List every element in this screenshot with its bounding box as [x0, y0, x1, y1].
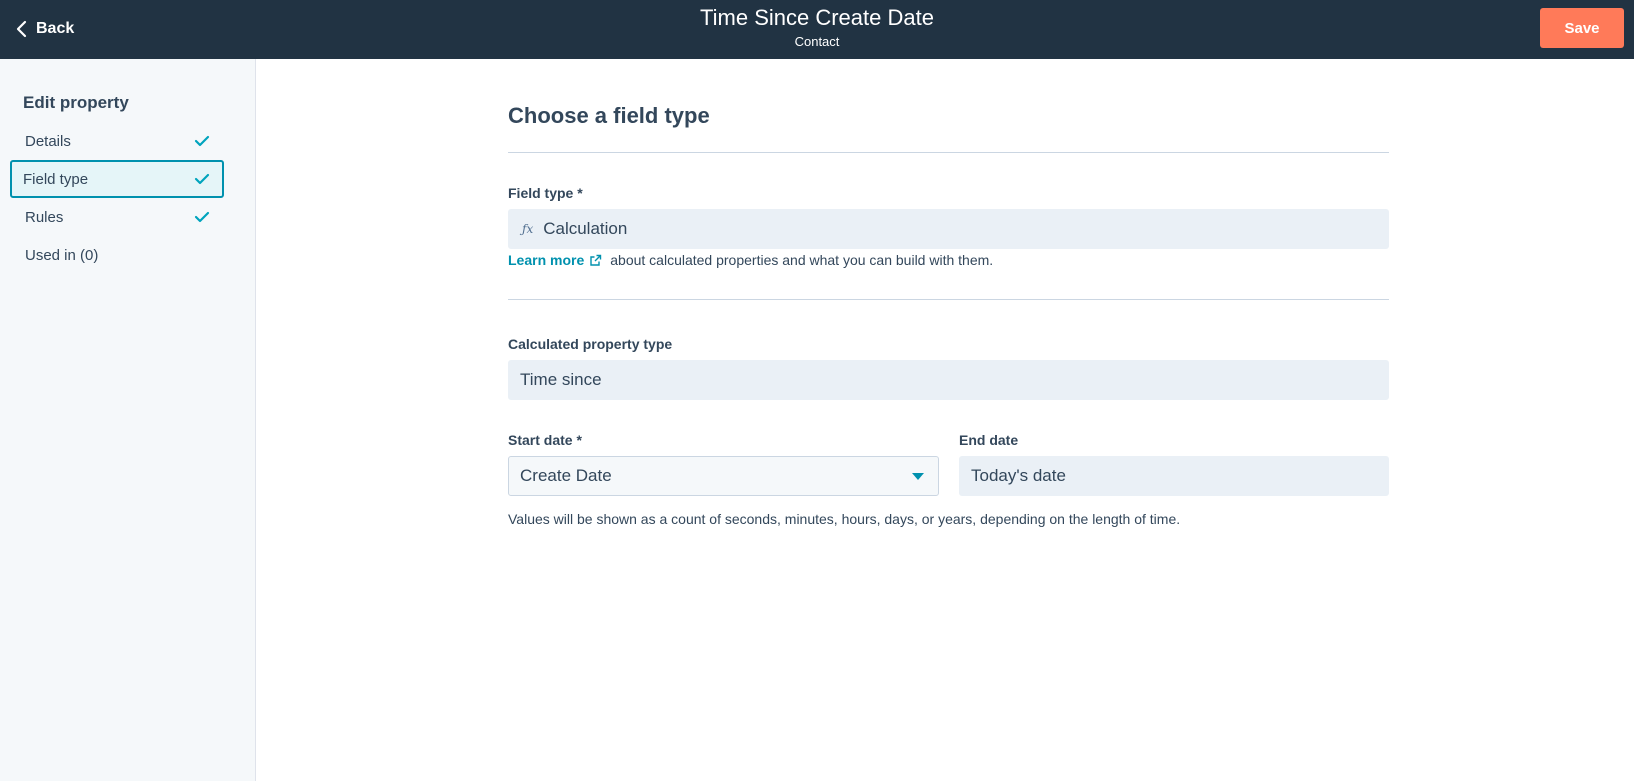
- page-title: Time Since Create Date: [700, 5, 934, 30]
- field-type-value: Calculation: [543, 219, 628, 238]
- start-date-select[interactable]: Create Date: [508, 456, 939, 496]
- checkmark-icon: [194, 211, 210, 223]
- save-button[interactable]: Save: [1540, 8, 1624, 48]
- start-date-label: Start date *: [508, 432, 582, 448]
- sidebar-item-used-in[interactable]: Used in (0): [10, 236, 224, 274]
- checkmark-icon: [194, 173, 210, 185]
- external-link-icon: [590, 254, 602, 266]
- help-description: about calculated properties and what you…: [610, 252, 994, 268]
- start-date-value: Create Date: [520, 466, 612, 485]
- title-block: Time Since Create Date Contact: [0, 4, 1634, 51]
- end-date-field: Today's date: [959, 456, 1389, 496]
- end-date-value: Today's date: [971, 466, 1066, 485]
- divider: [508, 299, 1389, 300]
- sidebar-item-label: Rules: [25, 208, 64, 226]
- help-text: Learn more about calculated properties a…: [508, 252, 993, 268]
- sidebar-item-field-type[interactable]: Field type: [10, 160, 224, 198]
- sidebar: Edit property Details Field type Rules U…: [0, 59, 256, 781]
- field-type-field: ƒx Calculation: [508, 209, 1389, 249]
- end-date-label: End date: [959, 432, 1019, 448]
- divider: [508, 152, 1389, 153]
- field-type-label: Field type *: [508, 185, 583, 201]
- sidebar-item-label: Details: [25, 132, 71, 150]
- page-subtitle: Contact: [794, 34, 840, 49]
- sidebar-item-rules[interactable]: Rules: [10, 198, 224, 236]
- checkmark-icon: [194, 135, 210, 147]
- top-bar: Back Time Since Create Date Contact Save: [0, 0, 1634, 59]
- values-note: Values will be shown as a count of secon…: [508, 511, 1181, 527]
- sidebar-heading: Edit property: [23, 93, 129, 112]
- calc-type-label: Calculated property type: [508, 336, 673, 352]
- sidebar-item-label: Field type: [23, 170, 89, 188]
- learn-more-link[interactable]: Learn more: [508, 252, 602, 268]
- sidebar-item-label: Used in (0): [25, 246, 99, 264]
- calc-type-field: Time since: [508, 360, 1389, 400]
- section-title: Choose a field type: [508, 103, 710, 128]
- calc-type-value: Time since: [520, 370, 602, 389]
- sidebar-item-details[interactable]: Details: [10, 122, 224, 160]
- function-icon: ƒx: [522, 222, 534, 236]
- caret-down-icon: [912, 473, 924, 480]
- learn-more-label: Learn more: [508, 252, 585, 268]
